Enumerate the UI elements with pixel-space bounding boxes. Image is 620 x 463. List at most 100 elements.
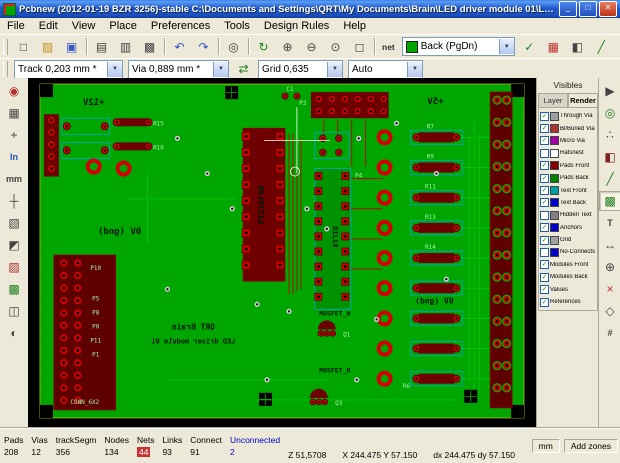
- zoom-selector[interactable]: Auto ▼: [348, 59, 423, 79]
- menu-view[interactable]: View: [65, 19, 103, 33]
- grid-toggle-icon[interactable]: ▦: [3, 103, 25, 123]
- pcb-text-label: LED driver module 01: [151, 337, 235, 345]
- color-swatch[interactable]: [550, 247, 559, 257]
- pcb-text-label: P10: [90, 265, 101, 272]
- print-icon[interactable]: ▥: [114, 36, 137, 57]
- add-track-icon[interactable]: ╱: [599, 169, 620, 189]
- visibility-checkbox[interactable]: ✓: [540, 198, 549, 208]
- color-swatch[interactable]: [550, 136, 559, 146]
- sheet-settings-icon[interactable]: ▤: [90, 36, 113, 57]
- visibility-checkbox[interactable]: ✓: [540, 136, 549, 146]
- redo-icon[interactable]: ↷: [192, 36, 215, 57]
- module-ratsnest-icon[interactable]: ◩: [3, 235, 25, 255]
- delete-icon[interactable]: ×: [599, 279, 620, 299]
- track-width-selector[interactable]: Track 0,203 mm * ▼: [14, 59, 123, 79]
- footprint-mode-icon[interactable]: ◧: [566, 36, 589, 57]
- drc-check-icon[interactable]: ✓: [518, 36, 541, 57]
- units-inch-icon[interactable]: In: [3, 147, 25, 167]
- via-size-selector[interactable]: Via 0,889 mm * ▼: [128, 59, 229, 79]
- color-swatch[interactable]: [550, 235, 559, 245]
- tab-render[interactable]: Render: [568, 93, 598, 107]
- color-swatch[interactable]: [550, 198, 559, 208]
- color-swatch[interactable]: [550, 173, 559, 183]
- menu-help[interactable]: Help: [336, 19, 373, 33]
- chevron-down-icon[interactable]: ▼: [213, 61, 228, 77]
- color-swatch[interactable]: [550, 161, 559, 171]
- visibility-checkbox[interactable]: ✓: [540, 297, 549, 307]
- ratsnest-icon[interactable]: ▧: [3, 213, 25, 233]
- color-swatch[interactable]: [550, 210, 559, 220]
- new-board-icon[interactable]: □: [12, 36, 35, 57]
- outline-mode-icon[interactable]: ◫: [3, 301, 25, 321]
- chevron-down-icon[interactable]: ▼: [407, 61, 422, 77]
- grid-size-selector[interactable]: Grid 0,635 ▼: [258, 59, 343, 79]
- zoom-select-icon[interactable]: ◻: [348, 36, 371, 57]
- color-swatch[interactable]: [550, 186, 559, 196]
- add-dimension-icon[interactable]: ↔: [599, 235, 620, 255]
- add-text-icon[interactable]: T: [599, 213, 620, 233]
- zoom-auto-icon[interactable]: ⊙: [324, 36, 347, 57]
- undo-icon[interactable]: ↶: [168, 36, 191, 57]
- color-swatch[interactable]: [550, 223, 559, 233]
- drc-off-icon[interactable]: ◉: [3, 81, 25, 101]
- cursor-tool-icon[interactable]: ▶: [599, 81, 620, 101]
- open-board-icon[interactable]: ▨: [36, 36, 59, 57]
- visibility-checkbox[interactable]: ✓: [540, 223, 549, 233]
- zoom-in-icon[interactable]: ⊕: [276, 36, 299, 57]
- polar-coords-icon[interactable]: +: [3, 125, 25, 145]
- visibility-checkbox[interactable]: ✓: [540, 272, 549, 282]
- chevron-down-icon[interactable]: ▼: [327, 61, 342, 77]
- visibility-checkbox[interactable]: [540, 148, 549, 158]
- plot-icon[interactable]: ▩: [138, 36, 161, 57]
- close-button[interactable]: ✕: [599, 1, 617, 17]
- visibility-checkbox[interactable]: ✓: [540, 124, 549, 134]
- chevron-down-icon[interactable]: ▼: [107, 61, 122, 77]
- units-mm-icon[interactable]: mm: [3, 169, 25, 189]
- offset-origin-icon[interactable]: ◇: [599, 301, 620, 321]
- visibility-checkbox[interactable]: [540, 210, 549, 220]
- visibility-checkbox[interactable]: ✓: [540, 111, 549, 121]
- chevron-down-icon[interactable]: ▼: [498, 39, 514, 54]
- visibility-checkbox[interactable]: ✓: [540, 260, 549, 270]
- tab-layer[interactable]: Layer: [538, 93, 568, 107]
- menu-file[interactable]: File: [0, 19, 32, 33]
- minimize-button[interactable]: _: [559, 1, 577, 17]
- cursor-shape-icon[interactable]: ┼: [3, 191, 25, 211]
- contrast-mode-icon[interactable]: ◐: [3, 323, 25, 343]
- menu-tools[interactable]: Tools: [217, 19, 257, 33]
- visibility-checkbox[interactable]: ✓: [540, 235, 549, 245]
- find-icon[interactable]: ◎: [222, 36, 245, 57]
- menu-preferences[interactable]: Preferences: [144, 19, 217, 33]
- visibility-checkbox[interactable]: [540, 247, 549, 257]
- zoom-out-icon[interactable]: ⊖: [300, 36, 323, 57]
- auto-track-width-icon[interactable]: ⇄: [232, 59, 255, 80]
- toolbar-separator: [374, 38, 375, 55]
- highlight-net-icon[interactable]: ◎: [599, 103, 620, 123]
- track-mode-icon[interactable]: ╱: [590, 36, 613, 57]
- menu-edit[interactable]: Edit: [32, 19, 65, 33]
- visibility-checkbox[interactable]: ✓: [540, 161, 549, 171]
- color-swatch[interactable]: [550, 111, 559, 121]
- add-module-icon[interactable]: ◧: [599, 147, 620, 167]
- color-swatch[interactable]: [550, 148, 559, 158]
- zones-hide-icon[interactable]: ▩: [3, 279, 25, 299]
- layer-selector[interactable]: Back (PgDn) ▼: [401, 37, 515, 56]
- pcb-canvas[interactable]: +12V +5V 0V (gnd) 0V (gnd) QRT Brain LED driv…: [28, 78, 536, 427]
- menu-place[interactable]: Place: [102, 19, 144, 33]
- add-target-icon[interactable]: ⊕: [599, 257, 620, 277]
- menu-design-rules[interactable]: Design Rules: [257, 19, 336, 33]
- layer-manager-icon[interactable]: ▦: [542, 36, 565, 57]
- visibility-checkbox[interactable]: ✓: [540, 186, 549, 196]
- maximize-button[interactable]: □: [579, 1, 597, 17]
- read-netlist-icon[interactable]: net: [378, 37, 399, 56]
- grid-origin-icon[interactable]: #: [599, 323, 620, 343]
- status-spacer: [519, 428, 530, 463]
- save-board-icon[interactable]: ▣: [60, 36, 83, 57]
- visibility-checkbox[interactable]: ✓: [540, 173, 549, 183]
- color-swatch[interactable]: [550, 124, 559, 134]
- local-ratsnest-icon[interactable]: ∴: [599, 125, 620, 145]
- visibility-checkbox[interactable]: ✓: [540, 285, 549, 295]
- track-autodel-icon[interactable]: ▨: [3, 257, 25, 277]
- redraw-icon[interactable]: ↻: [252, 36, 275, 57]
- add-zone-icon[interactable]: ▩: [599, 191, 620, 211]
